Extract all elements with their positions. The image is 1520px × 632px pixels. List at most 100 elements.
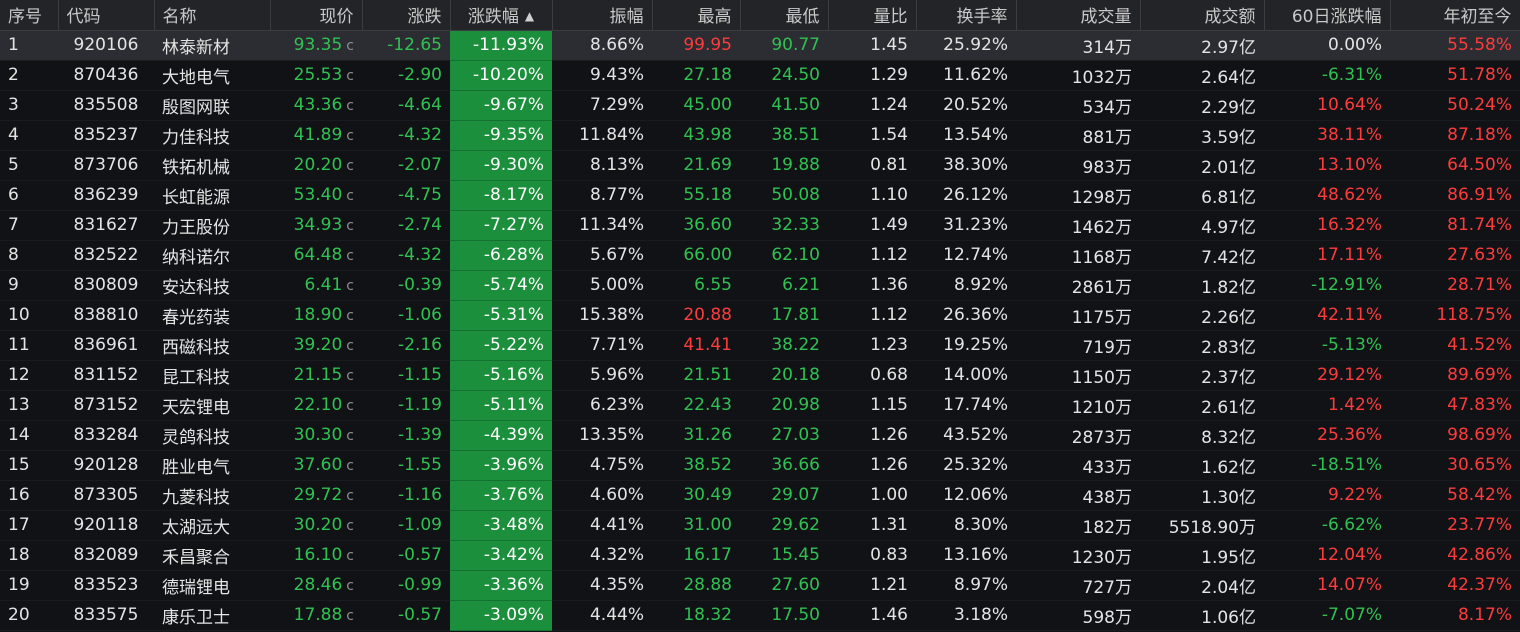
column-header-volume-ratio[interactable]: 量比 (828, 0, 917, 31)
cell-change-pct: -3.96% (450, 450, 552, 481)
cell-60d-change: 12.04% (1264, 540, 1390, 571)
cell-price: 21.15 c (270, 360, 362, 391)
cell-high: 22.43 (652, 390, 740, 421)
cell-change: -12.65 (362, 30, 450, 61)
cell-amplitude: 9.43% (552, 60, 652, 91)
cell-volume-ratio: 1.45 (828, 30, 916, 61)
cell-ytd: 23.77% (1390, 510, 1520, 541)
cell-price: 28.46 c (270, 570, 362, 601)
column-header-volume[interactable]: 成交量 (1016, 0, 1141, 31)
cell-amplitude: 8.13% (552, 150, 652, 181)
column-header-amplitude[interactable]: 振幅 (552, 0, 653, 31)
cell-index: 3 (0, 90, 58, 121)
cell-price: 30.30 c (270, 420, 362, 451)
cell-turnover-rate: 25.32% (916, 450, 1016, 481)
column-header-code[interactable]: 代码 (58, 0, 155, 31)
cell-60d-change: 1.42% (1264, 390, 1390, 421)
cell-change-pct: -3.09% (450, 600, 552, 631)
cell-price: 20.20 c (270, 150, 362, 181)
cell-volume: 719万 (1016, 330, 1140, 361)
cell-low: 50.08 (740, 180, 828, 211)
table-row[interactable]: 17 920118 太湖远大 30.20 c -1.09 -3.48% 4.41% 31.00 2… (0, 510, 1520, 541)
cell-index: 20 (0, 600, 58, 631)
table-row[interactable]: 10 838810 春光药装 18.90 c -1.06 -5.31% 15.38% 20.88… (0, 300, 1520, 331)
cell-name: 九菱科技 (154, 480, 270, 511)
table-row[interactable]: 19 833523 德瑞锂电 28.46 c -0.99 -3.36% 4.35% 28.88 2… (0, 570, 1520, 601)
cell-change-pct: -7.27% (450, 210, 552, 241)
table-row[interactable]: 2 870436 大地电气 25.53 c -2.90 -10.20% 9.43% 27.18 2… (0, 60, 1520, 91)
cell-name: 铁拓机械 (154, 150, 270, 181)
column-header-ytd[interactable]: 年初至今 (1390, 0, 1520, 31)
cell-amplitude: 7.29% (552, 90, 652, 121)
cell-low: 32.33 (740, 210, 828, 241)
cell-volume-ratio: 0.81 (828, 150, 916, 181)
price-value: 28.46 (293, 575, 343, 595)
price-value: 30.20 (293, 515, 343, 535)
column-header-change[interactable]: 涨跌 (362, 0, 451, 31)
cell-60d-change: 48.62% (1264, 180, 1390, 211)
cell-turnover-rate: 8.92% (916, 270, 1016, 301)
column-header-low[interactable]: 最低 (740, 0, 829, 31)
table-row[interactable]: 16 873305 九菱科技 29.72 c -1.16 -3.76% 4.60% 30.49 2… (0, 480, 1520, 511)
cell-change: -1.16 (362, 480, 450, 511)
column-header-index[interactable]: 序号 (0, 0, 59, 31)
table-row[interactable]: 13 873152 天宏锂电 22.10 c -1.19 -5.11% 6.23% 22.43 2… (0, 390, 1520, 421)
cell-ytd: 89.69% (1390, 360, 1520, 391)
table-row[interactable]: 3 835508 殷图网联 43.36 c -4.64 -9.67% 7.29% 45.00 41… (0, 90, 1520, 121)
cell-index: 13 (0, 390, 58, 421)
cell-index: 5 (0, 150, 58, 181)
table-row[interactable]: 11 836961 西磁科技 39.20 c -2.16 -5.22% 7.71% 41.41 3… (0, 330, 1520, 361)
table-row[interactable]: 7 831627 力王股份 34.93 c -2.74 -7.27% 11.34% 36.60 3… (0, 210, 1520, 241)
cell-amount: 2.29亿 (1140, 90, 1264, 121)
price-flag: c (346, 548, 354, 564)
table-row[interactable]: 15 920128 胜业电气 37.60 c -1.55 -3.96% 4.75% 38.52 3… (0, 450, 1520, 481)
cell-ytd: 47.83% (1390, 390, 1520, 421)
price-flag: c (346, 608, 354, 624)
column-header-name[interactable]: 名称 (154, 0, 271, 31)
table-row[interactable]: 14 833284 灵鸽科技 30.30 c -1.39 -4.39% 13.35% 31.26… (0, 420, 1520, 451)
cell-high: 43.98 (652, 120, 740, 151)
cell-price: 41.89 c (270, 120, 362, 151)
price-flag: c (346, 248, 354, 264)
cell-turnover-rate: 26.36% (916, 300, 1016, 331)
price-flag: c (346, 98, 354, 114)
table-row[interactable]: 20 833575 康乐卫士 17.88 c -0.57 -3.09% 4.44% 18.32 1… (0, 600, 1520, 631)
table-row[interactable]: 9 830809 安达科技 6.41 c -0.39 -5.74% 5.00% 6.55 6.21… (0, 270, 1520, 301)
cell-price: 16.10 c (270, 540, 362, 571)
cell-turnover-rate: 31.23% (916, 210, 1016, 241)
column-header-price[interactable]: 现价 (270, 0, 363, 31)
table-row[interactable]: 8 832522 纳科诺尔 64.48 c -4.32 -6.28% 5.67% 66.00 62… (0, 240, 1520, 271)
column-header-change-pct[interactable]: 涨跌幅 ▲ (450, 0, 553, 31)
cell-volume-ratio: 1.46 (828, 600, 916, 631)
table-row[interactable]: 12 831152 昆工科技 21.15 c -1.15 -5.16% 5.96% 21.51 2… (0, 360, 1520, 391)
cell-volume-ratio: 1.10 (828, 180, 916, 211)
table-row[interactable]: 4 835237 力佳科技 41.89 c -4.32 -9.35% 11.84% 43.98 3… (0, 120, 1520, 151)
cell-low: 27.60 (740, 570, 828, 601)
price-value: 37.60 (293, 455, 343, 475)
price-value: 30.30 (293, 425, 343, 445)
cell-change-pct: -5.74% (450, 270, 552, 301)
cell-volume: 1032万 (1016, 60, 1140, 91)
table-row[interactable]: 6 836239 长虹能源 53.40 c -4.75 -8.17% 8.77% 55.18 50… (0, 180, 1520, 211)
cell-high: 31.00 (652, 510, 740, 541)
cell-amplitude: 11.34% (552, 210, 652, 241)
cell-high: 16.17 (652, 540, 740, 571)
table-row[interactable]: 18 832089 禾昌聚合 16.10 c -0.57 -3.42% 4.32% 16.17 1… (0, 540, 1520, 571)
cell-turnover-rate: 17.74% (916, 390, 1016, 421)
table-row[interactable]: 1 920106 林泰新材 93.35 c -12.65 -11.93% 8.66% 99.95… (0, 30, 1520, 61)
cell-volume: 1298万 (1016, 180, 1140, 211)
cell-low: 38.51 (740, 120, 828, 151)
cell-volume: 1210万 (1016, 390, 1140, 421)
column-header-amount[interactable]: 成交额 (1140, 0, 1265, 31)
cell-change-pct: -5.22% (450, 330, 552, 361)
cell-index: 17 (0, 510, 58, 541)
table-body: 1 920106 林泰新材 93.35 c -12.65 -11.93% 8.66% 99.95… (0, 30, 1520, 631)
table-row[interactable]: 5 873706 铁拓机械 20.20 c -2.07 -9.30% 8.13% 21.69 19… (0, 150, 1520, 181)
cell-high: 55.18 (652, 180, 740, 211)
column-header-60d-change[interactable]: 60日涨跌幅 (1264, 0, 1391, 31)
column-header-high[interactable]: 最高 (652, 0, 741, 31)
cell-name: 昆工科技 (154, 360, 270, 391)
cell-change: -1.06 (362, 300, 450, 331)
cell-60d-change: 38.11% (1264, 120, 1390, 151)
column-header-turnover-rate[interactable]: 换手率 (916, 0, 1017, 31)
